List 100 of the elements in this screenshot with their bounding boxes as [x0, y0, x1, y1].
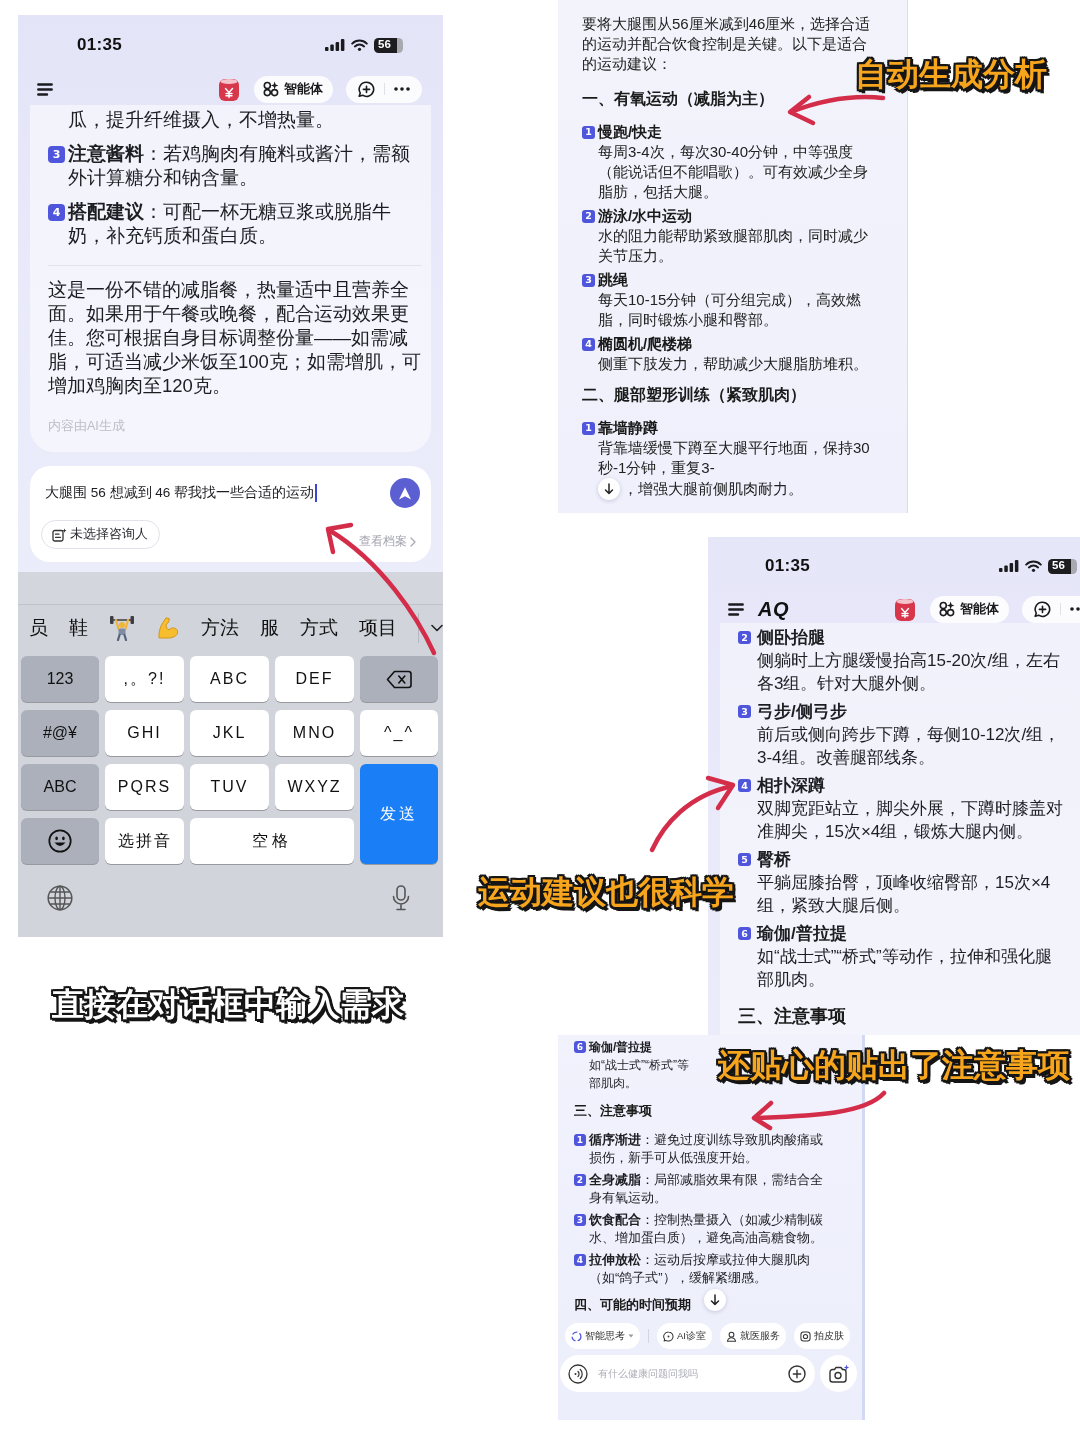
caption-text: 运动建议也很科学	[478, 873, 734, 911]
emoji-key[interactable]	[21, 818, 99, 864]
camera-button[interactable]	[820, 1355, 857, 1392]
item-title: 椭圆机/爬楼梯	[598, 334, 693, 354]
item-description: 背靠墙缓慢下蹲至大腿平行地面，保持30秒-1分钟，重复3-	[598, 438, 871, 478]
candidate-word[interactable]: 员	[29, 616, 48, 640]
quick-action-chip[interactable]: 智能思考	[565, 1323, 640, 1349]
grid-icon	[263, 81, 279, 97]
item-number: 2	[738, 631, 751, 644]
smiley-icon	[48, 829, 72, 853]
list-item-text: 注意酱料：若鸡胸肉有腌料或酱汁，需额外计算糖分和钠含量。	[68, 142, 411, 190]
item-description: 水的阻力能帮助紧致腿部肌肉，同时减少关节压力。	[598, 226, 869, 266]
item-title: 跳绳	[598, 270, 628, 290]
quick-action-chip[interactable]: 拍皮肤	[794, 1323, 850, 1349]
keyboard-key[interactable]: 123	[21, 656, 99, 702]
item-number: 4	[574, 1254, 586, 1266]
down-arrow-icon	[710, 1294, 720, 1306]
menu-icon[interactable]	[37, 82, 53, 96]
item-title: 相扑深蹲	[757, 775, 825, 797]
message-input[interactable]: 大腿围 56 想减到 46 帮我找一些合适的运动	[45, 483, 390, 503]
candidate-word[interactable]: 方法	[201, 616, 239, 640]
keyboard-key[interactable]: ^_^	[360, 710, 438, 756]
keyboard-key[interactable]: GHI	[105, 710, 184, 756]
arrow-up-icon	[398, 485, 412, 501]
item-description: 侧躺时上方腿缓慢抬高15-20次/组，左右各3组。针对大腿外侧。	[757, 650, 1062, 695]
candidate-word[interactable]: 方式	[300, 616, 338, 640]
item-number: 3	[738, 705, 751, 718]
wifi-icon	[351, 39, 368, 51]
item-number: 1	[574, 1134, 586, 1146]
keyboard-key[interactable]: 选拼音	[105, 818, 184, 864]
item-title: 瑜伽/普拉提	[589, 1039, 653, 1056]
plus-icon[interactable]	[788, 1364, 806, 1383]
keyboard-key[interactable]: ABC	[190, 656, 269, 702]
consultant-button[interactable]: 未选择咨询人	[41, 520, 160, 549]
keyboard-key[interactable]: JKL	[190, 710, 269, 756]
item-number: 3	[582, 273, 595, 287]
item-title: 侧卧抬腿	[757, 627, 825, 649]
send-button[interactable]	[390, 478, 420, 508]
space-key[interactable]: 空格	[190, 818, 354, 864]
chat-bubble-icon	[663, 1330, 674, 1342]
scroll-down-button[interactable]	[704, 1289, 726, 1311]
jar-icon[interactable]	[893, 596, 917, 622]
item-description: 侧重下肢发力，帮助减少大腿脂肪堆积。	[598, 354, 869, 374]
keyboard-key[interactable]: ABC	[21, 764, 99, 810]
delete-key[interactable]	[360, 656, 438, 702]
keyboard-key[interactable]: MNO	[275, 710, 354, 756]
battery-indicator: 56	[374, 37, 403, 53]
item-description: 每周3-4次，每次30-40分钟，中等强度（能说话但不能唱歌）。可有效减少全身脂肪，包括大腿。	[598, 142, 869, 202]
scroll-down-button[interactable]	[598, 478, 620, 500]
contact-card-icon	[52, 527, 67, 542]
candidate-word[interactable]: 鞋	[69, 616, 88, 640]
keyboard-key[interactable]: #@¥	[21, 710, 99, 756]
keyboard-key[interactable]: WXYZ	[275, 764, 354, 810]
wifi-icon	[1025, 560, 1042, 572]
candidate-word[interactable]: 项目	[359, 616, 397, 640]
item-description: ，增强大腿前侧肌肉耐力。	[623, 479, 803, 499]
send-key[interactable]: 发送	[360, 764, 438, 864]
signal-icon	[999, 560, 1019, 572]
item-title: 慢跑/快走	[598, 122, 663, 142]
menu-icon[interactable]	[728, 602, 744, 616]
item-title: 游泳/水中运动	[598, 206, 693, 226]
item-number: 2	[574, 1174, 586, 1186]
more-icon[interactable]	[393, 87, 410, 91]
list-item-text: 饮食配合：控制热量摄入（如减少精制碳水、增加蛋白质），避免高油高糖食物。	[589, 1211, 824, 1247]
item-number: 6	[574, 1041, 586, 1053]
status-time: 01:35	[77, 35, 122, 55]
item-description: 部肌肉。	[589, 1075, 637, 1092]
battery-indicator: 56	[1048, 558, 1077, 574]
section-heading: 一、有氧运动（减脂为主）	[582, 89, 774, 109]
item-number: 1	[582, 125, 595, 139]
keyboard-key[interactable]: TUV	[190, 764, 269, 810]
globe-icon[interactable]	[47, 884, 73, 911]
keyboard-key[interactable]: ,。?!	[105, 656, 184, 702]
signal-icon	[325, 39, 345, 51]
new-chat-icon[interactable]	[358, 80, 376, 98]
new-chat-icon[interactable]	[1034, 600, 1052, 618]
section-heading: 三、注意事项	[738, 1005, 846, 1028]
agent-button[interactable]: 智能体	[930, 595, 1009, 623]
down-arrow-icon	[604, 483, 614, 495]
item-number: 6	[738, 927, 751, 940]
section-heading: 三、注意事项	[574, 1102, 652, 1120]
camera-icon	[827, 1363, 850, 1384]
quick-action-chip[interactable]: 就医服务	[720, 1323, 786, 1349]
item-number: 1	[582, 421, 595, 435]
candidate-word[interactable]: 服	[260, 616, 279, 640]
weightlifter-icon[interactable]	[109, 615, 135, 641]
section-heading: 四、可能的时间预期	[574, 1296, 691, 1314]
keyboard-key[interactable]: DEF	[275, 656, 354, 702]
lens-icon	[800, 1330, 811, 1342]
microphone-icon[interactable]	[392, 884, 410, 911]
jar-icon[interactable]	[217, 76, 241, 102]
chevron-down-icon[interactable]	[431, 624, 443, 632]
app-logo: AQ	[758, 597, 789, 621]
voice-icon[interactable]	[568, 1363, 588, 1384]
agent-button[interactable]: 智能体	[254, 75, 333, 103]
quick-action-chip[interactable]: AI诊室	[657, 1323, 712, 1349]
item-number: 3	[48, 146, 65, 163]
item-number: 5	[738, 853, 751, 866]
keyboard-key[interactable]: PQRS	[105, 764, 184, 810]
list-item-text: 循序渐进：避免过度训练导致肌肉酸痛或损伤，新手可从低强度开始。	[589, 1131, 824, 1167]
